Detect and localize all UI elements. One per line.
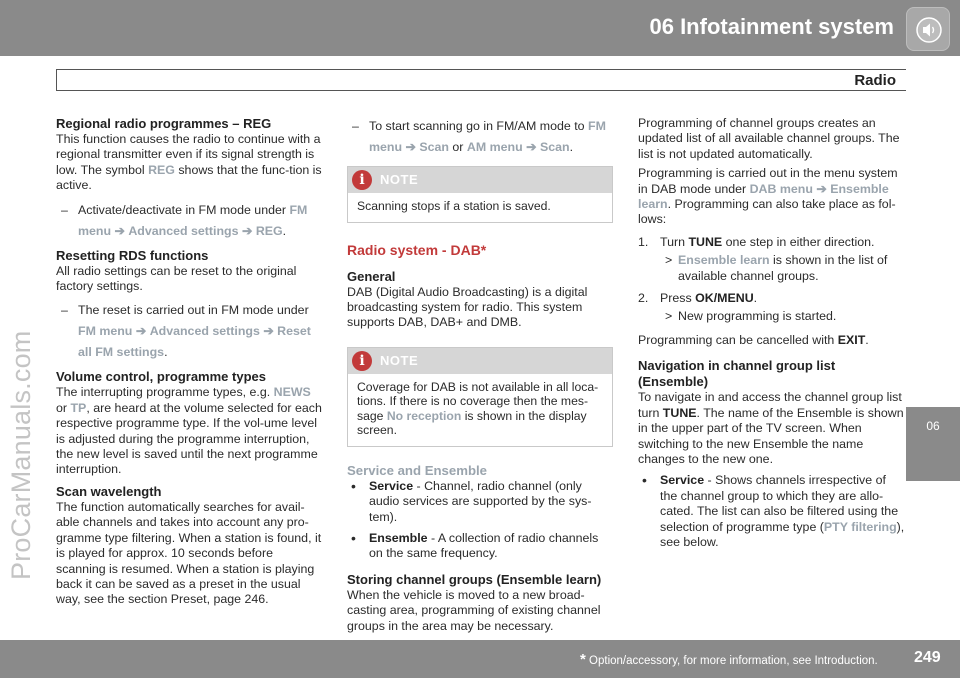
cancel-paragraph: Programming can be cancelled with EXIT. xyxy=(638,332,869,347)
column-2: To start scanning go in FM/AM mode to FM… xyxy=(347,116,613,634)
rds-paragraph: All radio settings can be reset to the o… xyxy=(56,263,297,294)
section-title: Radio xyxy=(854,72,896,89)
page-number: 249 xyxy=(914,649,941,666)
volume-paragraph: The interrupting programme types, e.g. N… xyxy=(56,385,322,477)
heading-navigation: Navigation in channel group list (Ensemb… xyxy=(638,358,836,390)
heading-storing: Storing channel groups (Ensemble learn) xyxy=(347,571,602,587)
note-label: NOTE xyxy=(380,352,419,368)
note-header: i NOTE xyxy=(348,347,612,374)
list-item-ensemble: Ensemble - A collection of radio channel… xyxy=(347,531,613,562)
note-text: Coverage for DAB is not available in all… xyxy=(357,379,599,438)
heading-general: General xyxy=(347,268,396,284)
step-1-result: Ensemble learn is shown in the list of a… xyxy=(638,253,906,284)
note-box-scanning: i NOTE Scanning stops if a station is sa… xyxy=(347,166,613,223)
heading-service-ensemble: Service and Ensemble xyxy=(347,462,488,478)
scan-paragraph: The function automatically searches for … xyxy=(56,499,322,607)
section-bar: Radio xyxy=(56,69,906,91)
list-item-service: Service - Channel, radio channel (only a… xyxy=(347,479,613,525)
note-box-coverage: i NOTE Coverage for DAB is not available… xyxy=(347,346,613,447)
watermark: ProCarManuals.com xyxy=(6,330,36,581)
heading-rds: Resetting RDS functions xyxy=(56,247,209,263)
heading-regional: Regional radio programmes – REG xyxy=(56,116,272,131)
info-icon: i xyxy=(352,350,372,371)
note-label: NOTE xyxy=(380,172,419,187)
chapter-icon-box xyxy=(906,7,950,51)
note-text: Scanning stops if a station is saved. xyxy=(357,199,551,213)
side-margin xyxy=(906,56,960,407)
regional-instruction: Activate/deactivate in FM mode under FM … xyxy=(56,200,324,242)
rds-instruction: The reset is carried out in FM mode unde… xyxy=(56,300,324,363)
heading-dab: Radio system - DAB* xyxy=(347,241,487,258)
side-tab-label: 06 xyxy=(926,419,940,433)
column-3: Programming of channel groups creates an… xyxy=(638,116,906,550)
step-1: 1. Turn TUNE one step in either direction… xyxy=(638,234,875,249)
heading-scan: Scan wavelength xyxy=(56,483,162,499)
programming-menu-paragraph: Programming is carried out in the menu s… xyxy=(638,166,898,227)
regional-paragraph: This function causes the radio to contin… xyxy=(56,132,322,193)
navigation-paragraph: To navigate in and access the channel gr… xyxy=(638,390,904,466)
heading-volume: Volume control, programme types xyxy=(56,369,266,385)
step-2-result: New programming is started. xyxy=(638,309,906,325)
column-1: Regional radio programmes – REG This fun… xyxy=(56,116,324,608)
programming-paragraph: Programming of channel groups creates an… xyxy=(638,116,900,161)
chapter-side-tab: 06 xyxy=(906,407,960,481)
general-paragraph: DAB (Digital Audio Broadcasting) is a di… xyxy=(347,284,588,330)
scan-instruction: To start scanning go in FM/AM mode to FM… xyxy=(347,116,613,158)
list-item-service-channels: Service - Shows channels irrespective of… xyxy=(638,473,906,550)
storing-paragraph: When the vehicle is moved to a new broad… xyxy=(347,587,601,633)
note-header: i NOTE xyxy=(348,167,612,193)
chapter-title: 06 Infotainment system xyxy=(649,14,894,39)
step-2: 2. Press OK/MENU. xyxy=(638,291,758,306)
info-icon: i xyxy=(352,170,372,190)
footer-note: * Option/accessory, for more information… xyxy=(580,651,878,668)
speaker-icon xyxy=(916,17,942,43)
